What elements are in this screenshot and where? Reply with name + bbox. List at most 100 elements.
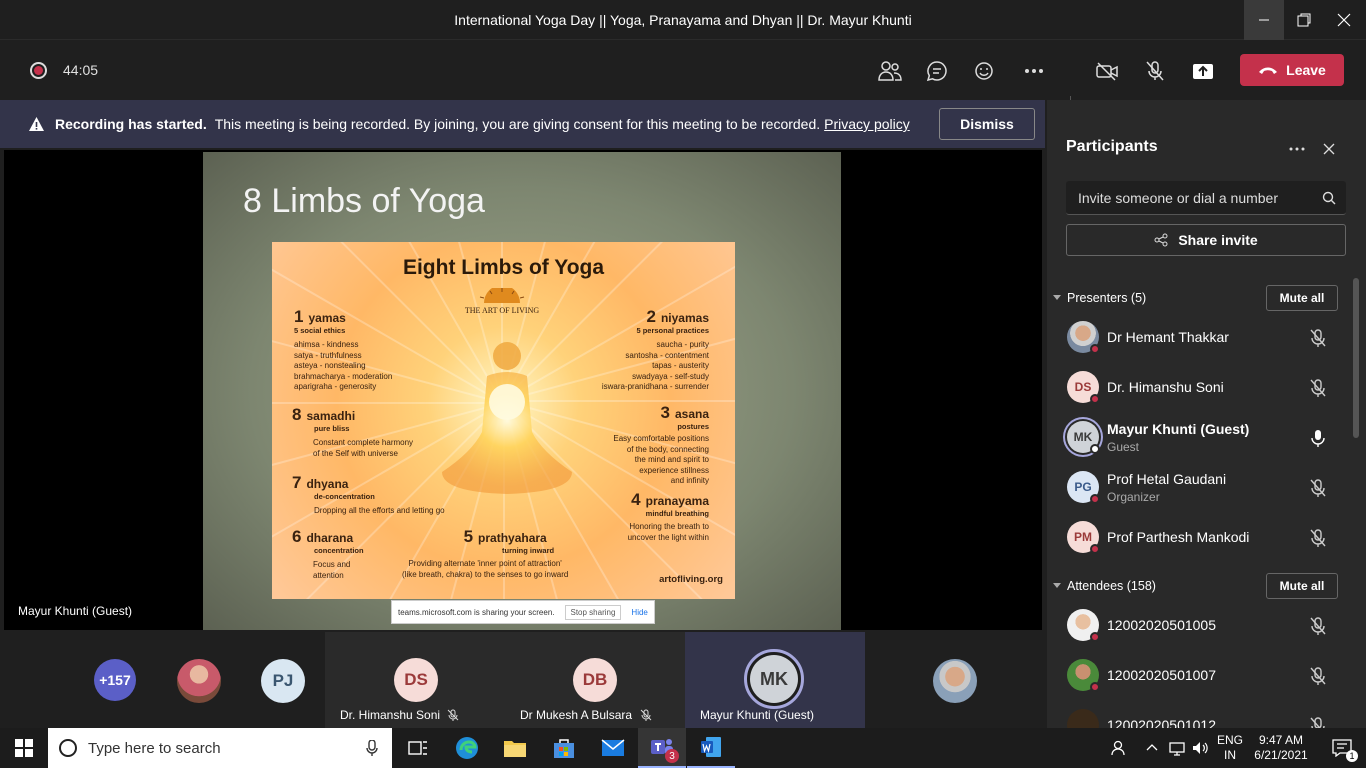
- mic-off-icon[interactable]: [1308, 478, 1328, 498]
- mute-all-presenters-button[interactable]: Mute all: [1266, 285, 1338, 311]
- participant-row[interactable]: MK Mayur Khunti (Guest) Guest: [1066, 414, 1346, 462]
- people-icon[interactable]: [1110, 740, 1126, 756]
- lang-line-1: ENG: [1216, 733, 1243, 747]
- presenter-name: Mayur Khunti (Guest): [18, 604, 133, 618]
- participants-button[interactable]: [875, 56, 905, 86]
- participant-name: Prof Hetal Gaudani: [1107, 471, 1227, 487]
- notification-badge: 1: [1346, 750, 1358, 762]
- edge-taskbar-button[interactable]: [443, 728, 491, 768]
- mic-toggle-button[interactable]: [1140, 56, 1170, 86]
- mic-off-icon[interactable]: [1308, 666, 1328, 686]
- panel-title: Participants: [1066, 138, 1158, 155]
- panel-scrollbar[interactable]: [1353, 278, 1359, 438]
- cortana-icon: [59, 739, 77, 757]
- mute-all-attendees-button[interactable]: Mute all: [1266, 573, 1338, 599]
- status-dot: [1090, 682, 1100, 692]
- meeting-toolbar: 44:05 Leave: [0, 40, 1366, 128]
- teams-taskbar-button[interactable]: 3: [638, 728, 686, 768]
- participant-row[interactable]: Dr Hemant Thakkar: [1066, 314, 1346, 362]
- search-icon: [1322, 191, 1336, 205]
- mic-off-icon[interactable]: [1308, 616, 1328, 636]
- camera-toggle-button[interactable]: [1092, 56, 1122, 86]
- status-dot: [1090, 544, 1100, 554]
- mail-button[interactable]: [589, 728, 637, 768]
- language-indicator[interactable]: ENG IN: [1214, 733, 1246, 763]
- task-view-button[interactable]: [394, 728, 442, 768]
- lang-line-2: IN: [1224, 748, 1236, 762]
- video-tile-himanshu[interactable]: DS Dr. Himanshu Soni: [325, 632, 505, 728]
- status-dot: [1090, 494, 1100, 504]
- mic-off-icon: [447, 709, 459, 721]
- participant-row[interactable]: DS Dr. Himanshu Soni: [1066, 364, 1346, 412]
- window-title: International Yoga Day || Yoga, Pranayam…: [454, 12, 912, 28]
- network-icon[interactable]: [1168, 740, 1186, 756]
- tile-name: Mayur Khunti (Guest): [700, 708, 815, 722]
- limb-4: 4 pranayama mindful breathing Honoring th…: [627, 490, 709, 542]
- edge-icon: [456, 737, 478, 759]
- banner-heading: Recording has started.: [55, 116, 207, 132]
- action-center-button[interactable]: 1: [1318, 728, 1366, 768]
- video-tile-mukesh[interactable]: DB Dr Mukesh A Bulsara: [505, 632, 685, 728]
- mic-off-icon[interactable]: [1308, 716, 1328, 728]
- dismiss-button[interactable]: Dismiss: [939, 108, 1035, 140]
- minimize-button[interactable]: [1244, 0, 1284, 40]
- share-icon: [1154, 233, 1168, 247]
- windows-logo-icon: [15, 739, 33, 757]
- chat-button[interactable]: [922, 56, 952, 86]
- mic-off-icon[interactable]: [1308, 378, 1328, 398]
- more-button[interactable]: [1019, 56, 1049, 86]
- share-content-button[interactable]: [1188, 56, 1218, 86]
- mic-off-icon: [1146, 61, 1164, 81]
- limb-6: 6 dharana concentration Focus and attentio…: [292, 527, 364, 580]
- file-explorer-button[interactable]: [491, 728, 539, 768]
- chat-icon: [926, 61, 947, 82]
- hang-up-icon: [1259, 67, 1278, 74]
- participant-photo-avatar[interactable]: [933, 659, 977, 703]
- mic-off-icon[interactable]: [1308, 528, 1328, 548]
- store-button[interactable]: [540, 728, 588, 768]
- reactions-icon: [975, 62, 993, 80]
- avatar: [1067, 709, 1099, 728]
- share-invite-button[interactable]: Share invite: [1066, 224, 1346, 256]
- presenters-label: Presenters (5): [1067, 291, 1147, 305]
- avatar: DS: [394, 658, 438, 702]
- more-icon[interactable]: [1289, 147, 1305, 151]
- leave-button[interactable]: Leave: [1240, 54, 1344, 86]
- art-of-living-logo: THE ART OF LIVING: [457, 285, 547, 315]
- folder-icon: [504, 741, 526, 757]
- camera-off-icon: [1096, 62, 1118, 81]
- volume-icon[interactable]: [1192, 740, 1208, 756]
- share-invite-label: Share invite: [1178, 232, 1258, 248]
- maximize-button[interactable]: [1284, 0, 1324, 40]
- taskbar-search[interactable]: Type here to search: [48, 728, 392, 768]
- overflow-participants-button[interactable]: +157: [94, 659, 136, 701]
- presenters-section-toggle[interactable]: Presenters (5): [1053, 291, 1146, 305]
- participant-row[interactable]: PG Prof Hetal Gaudani Organizer: [1066, 464, 1346, 512]
- mic-on-icon[interactable]: [1308, 428, 1328, 448]
- mic-off-icon[interactable]: [1308, 328, 1328, 348]
- avatar: DB: [573, 658, 617, 702]
- participant-row[interactable]: 12002020501007: [1066, 652, 1346, 700]
- stop-sharing-button[interactable]: Stop sharing: [564, 604, 622, 620]
- privacy-policy-link[interactable]: Privacy policy: [824, 116, 910, 132]
- word-taskbar-button[interactable]: [687, 728, 735, 768]
- poster-title: Eight Limbs of Yoga: [402, 256, 605, 279]
- close-icon[interactable]: [1323, 143, 1335, 155]
- video-tile-mayur[interactable]: MK Mayur Khunti (Guest): [685, 632, 865, 728]
- limb-7: 7 dhyana de-concentration Dropping all th…: [292, 473, 445, 515]
- participant-avatar-pj[interactable]: PJ: [261, 659, 305, 703]
- invite-input[interactable]: Invite someone or dial a number: [1066, 181, 1346, 215]
- participant-photo-avatar[interactable]: [177, 659, 221, 703]
- participant-row[interactable]: PM Prof Parthesh Mankodi: [1066, 514, 1346, 562]
- start-button[interactable]: [0, 728, 48, 768]
- participant-row[interactable]: 12002020501012: [1066, 702, 1346, 728]
- mic-off-icon: [640, 709, 652, 721]
- close-window-button[interactable]: [1324, 0, 1364, 40]
- clock[interactable]: 9:47 AM 6/21/2021: [1252, 733, 1310, 763]
- chevron-up-icon[interactable]: [1146, 743, 1158, 751]
- participant-row[interactable]: 12002020501005: [1066, 602, 1346, 650]
- reactions-button[interactable]: [970, 56, 1000, 86]
- attendees-section-toggle[interactable]: Attendees (158): [1053, 579, 1156, 593]
- clock-time: 9:47 AM: [1258, 733, 1304, 747]
- hide-button[interactable]: Hide: [631, 608, 647, 617]
